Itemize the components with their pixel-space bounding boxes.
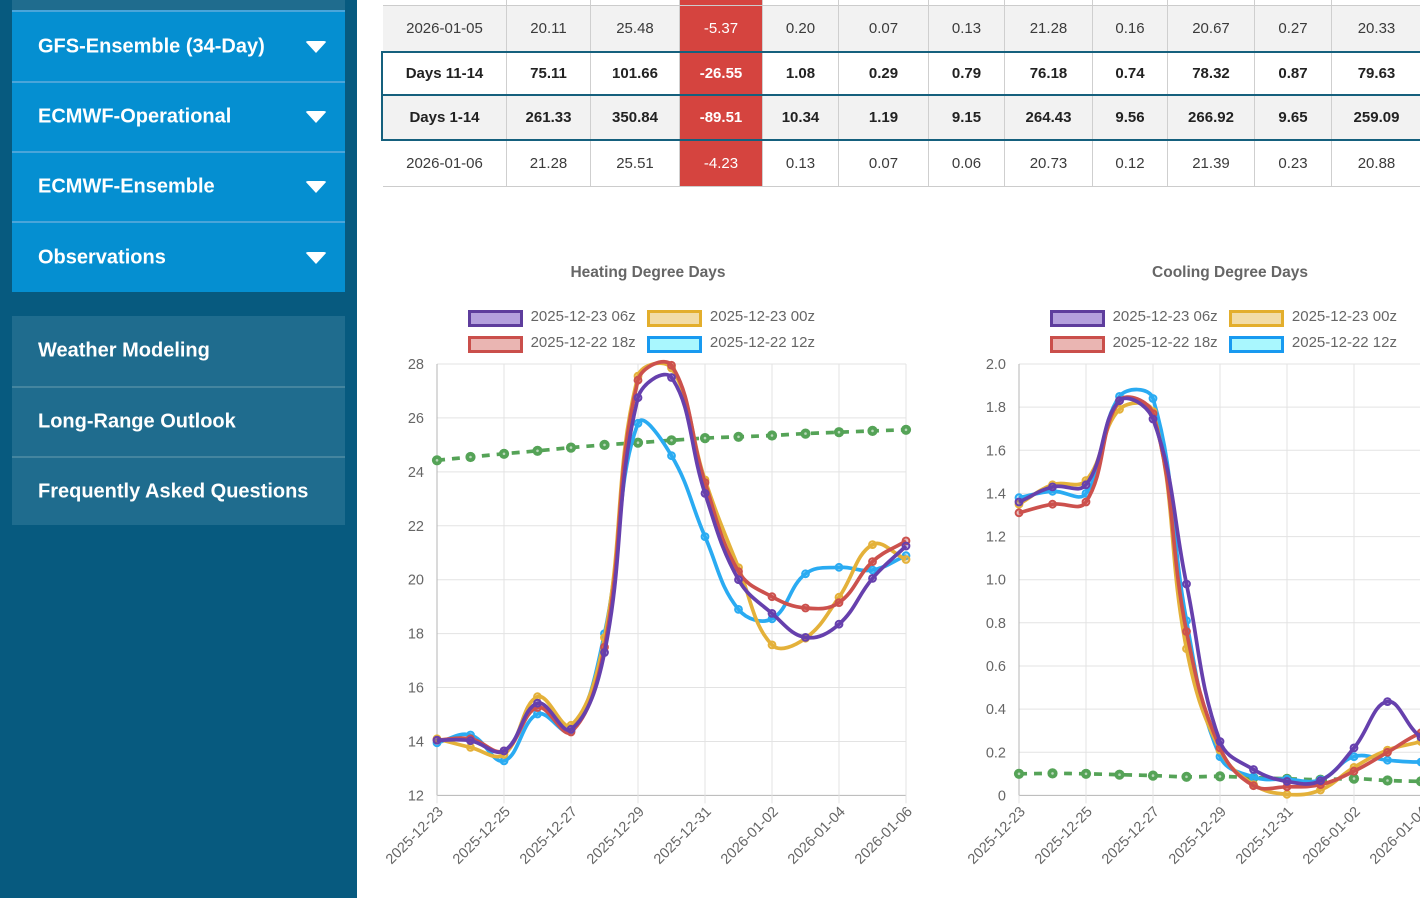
svg-text:22: 22 bbox=[408, 519, 424, 535]
svg-text:2025-12-27: 2025-12-27 bbox=[517, 804, 581, 868]
svg-text:2025-12-25: 2025-12-25 bbox=[450, 804, 514, 868]
svg-text:2025-12-27: 2025-12-27 bbox=[1099, 804, 1163, 868]
svg-text:1.6: 1.6 bbox=[986, 443, 1006, 459]
svg-text:28: 28 bbox=[408, 357, 424, 373]
svg-text:0.2: 0.2 bbox=[986, 745, 1006, 761]
svg-text:0.6: 0.6 bbox=[986, 659, 1006, 675]
svg-text:0: 0 bbox=[998, 788, 1006, 804]
svg-text:2026-01-04: 2026-01-04 bbox=[1367, 804, 1420, 868]
svg-text:14: 14 bbox=[408, 735, 424, 751]
svg-text:2026-01-02: 2026-01-02 bbox=[1300, 804, 1364, 868]
svg-text:2026-01-02: 2026-01-02 bbox=[718, 804, 782, 868]
svg-text:20: 20 bbox=[408, 573, 424, 589]
svg-text:2025-12-23: 2025-12-23 bbox=[965, 804, 1029, 868]
svg-text:2025-12-31: 2025-12-31 bbox=[1233, 804, 1297, 868]
svg-text:1.0: 1.0 bbox=[986, 573, 1006, 589]
svg-text:0.8: 0.8 bbox=[986, 616, 1006, 632]
svg-text:2025-12-23: 2025-12-23 bbox=[383, 804, 447, 868]
svg-text:16: 16 bbox=[408, 681, 424, 697]
svg-text:2025-12-29: 2025-12-29 bbox=[1166, 804, 1230, 868]
svg-text:24: 24 bbox=[408, 465, 424, 481]
svg-text:1.4: 1.4 bbox=[986, 486, 1006, 502]
svg-text:2025-12-31: 2025-12-31 bbox=[651, 804, 715, 868]
svg-text:2026-01-06: 2026-01-06 bbox=[852, 804, 916, 868]
svg-text:1.8: 1.8 bbox=[986, 400, 1006, 416]
svg-text:26: 26 bbox=[408, 411, 424, 427]
svg-text:2025-12-29: 2025-12-29 bbox=[584, 804, 648, 868]
svg-text:18: 18 bbox=[408, 627, 424, 643]
svg-text:1.2: 1.2 bbox=[986, 530, 1006, 546]
svg-text:2026-01-04: 2026-01-04 bbox=[785, 804, 849, 868]
svg-text:2.0: 2.0 bbox=[986, 357, 1006, 373]
svg-text:2025-12-25: 2025-12-25 bbox=[1032, 804, 1096, 868]
svg-text:12: 12 bbox=[408, 788, 424, 804]
svg-text:0.4: 0.4 bbox=[986, 702, 1006, 718]
